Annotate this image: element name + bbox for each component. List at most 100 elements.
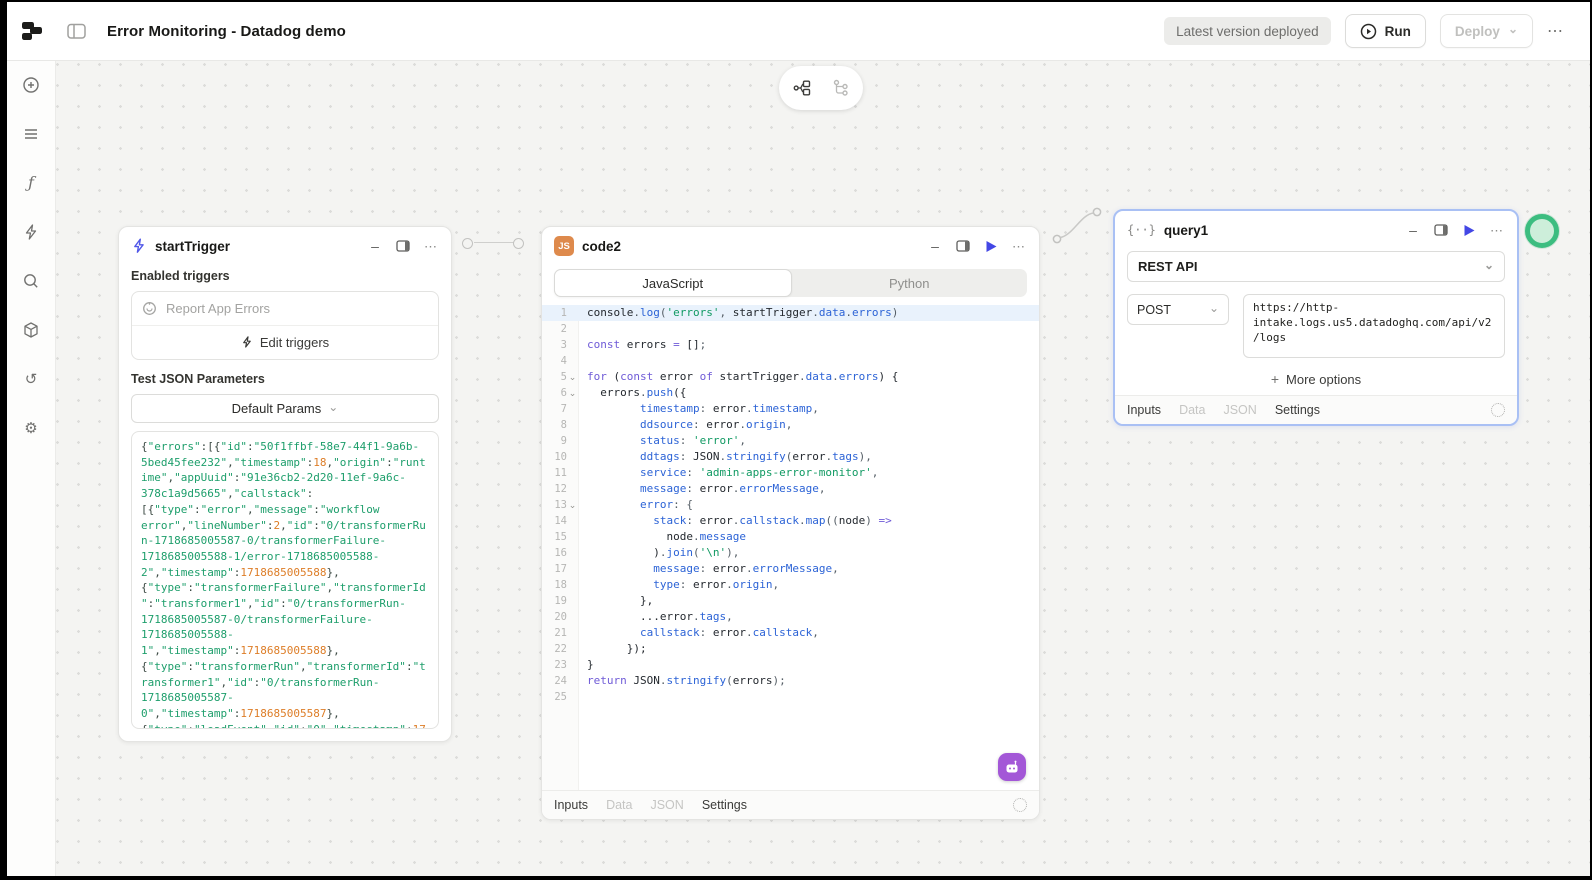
run-block-button[interactable] <box>1461 222 1477 238</box>
language-tabs: JavaScriptPython <box>554 269 1027 297</box>
code-line[interactable]: 13⌄ error: { <box>542 497 1039 513</box>
node-more-button[interactable]: ⋯ <box>1489 222 1505 238</box>
node-title: startTrigger <box>155 239 230 254</box>
footer-tab-settings[interactable]: Settings <box>1275 403 1320 417</box>
triggers-icon[interactable] <box>21 222 41 242</box>
query1-footer-tabs: Inputs Data JSON Settings <box>1127 403 1320 417</box>
open-panel-icon[interactable] <box>395 238 411 254</box>
edit-triggers-button[interactable]: Edit triggers <box>132 326 438 359</box>
more-options-button[interactable]: + More options <box>1115 365 1517 393</box>
code-line[interactable]: 2 <box>542 321 1039 337</box>
test-json-editor[interactable]: {"errors":[{"id":"50f1ffbf-58e7-44f1-9a6… <box>131 431 439 729</box>
connector-port[interactable] <box>462 238 473 249</box>
footer-tab-inputs[interactable]: Inputs <box>1127 403 1161 417</box>
http-method-dropdown[interactable]: POST ⌄ <box>1127 294 1229 325</box>
code-line[interactable]: 5⌄for (const error of startTrigger.data.… <box>542 369 1039 385</box>
run-button[interactable]: Run <box>1345 14 1426 48</box>
tab-python[interactable]: Python <box>792 269 1028 297</box>
code-line[interactable]: 25 <box>542 689 1039 705</box>
trigger-row-report-app-errors[interactable]: Report App Errors <box>132 292 438 326</box>
trigger-name: Report App Errors <box>166 301 270 316</box>
code-line[interactable]: 14 stack: error.callstack.map((node) => <box>542 513 1039 529</box>
params-dropdown[interactable]: Default Params ⌄ <box>131 394 439 423</box>
functions-icon[interactable]: ƒ <box>21 173 41 193</box>
node-code2[interactable]: JS code2 – ⋯ JavaScriptPython 1console.l… <box>541 226 1040 820</box>
workflow-canvas[interactable]: startTrigger – ⋯ Enabled triggers <box>56 61 1590 876</box>
resource-dropdown-value: REST API <box>1138 259 1197 274</box>
more-options-label: More options <box>1286 372 1361 387</box>
code-line[interactable]: 4 <box>542 353 1039 369</box>
ai-assistant-button[interactable] <box>998 753 1026 781</box>
code-line[interactable]: 22 }); <box>542 641 1039 657</box>
code-line[interactable]: 12 message: error.errorMessage, <box>542 481 1039 497</box>
code-line[interactable]: 17 message: error.errorMessage, <box>542 561 1039 577</box>
run-block-button[interactable] <box>983 238 999 254</box>
deploy-button[interactable]: Deploy ⌄ <box>1440 14 1533 48</box>
code-line[interactable]: 8 ddsource: error.origin, <box>542 417 1039 433</box>
code2-footer-tabs: Inputs Data JSON Settings <box>554 798 747 812</box>
collapse-node-button[interactable]: – <box>367 238 383 254</box>
code-line[interactable]: 15 node.message <box>542 529 1039 545</box>
code-line[interactable]: 16 ).join('\n'), <box>542 545 1039 561</box>
code-line[interactable]: 21 callstack: error.callstack, <box>542 625 1039 641</box>
code-line[interactable]: 24return JSON.stringify(errors); <box>542 673 1039 689</box>
code-line[interactable]: 19 }, <box>542 593 1039 609</box>
resources-icon[interactable] <box>21 320 41 340</box>
code-line[interactable]: 18 type: error.origin, <box>542 577 1039 593</box>
run-history-icon[interactable]: ↺ <box>21 369 41 389</box>
code-line[interactable]: 9 status: 'error', <box>542 433 1039 449</box>
node-title: query1 <box>1164 223 1208 238</box>
collapse-node-button[interactable]: – <box>927 238 943 254</box>
code2-footer: Inputs Data JSON Settings <box>542 790 1039 819</box>
open-panel-icon[interactable] <box>1433 222 1449 238</box>
node-start-trigger[interactable]: startTrigger – ⋯ Enabled triggers <box>118 226 452 742</box>
tree-view-icon[interactable] <box>832 79 850 97</box>
collapse-node-button[interactable]: – <box>1405 222 1421 238</box>
footer-tab-json[interactable]: JSON <box>1223 403 1256 417</box>
url-input[interactable]: https://http-intake.logs.us5.datadoghq.c… <box>1243 294 1505 358</box>
code-line[interactable]: 3const errors = []; <box>542 337 1039 353</box>
node-query1[interactable]: {··} query1 – ⋯ REST API ⌄ <box>1113 209 1519 426</box>
query1-footer: Inputs Data JSON Settings <box>1115 395 1517 424</box>
code-line[interactable]: 23} <box>542 657 1039 673</box>
code-line[interactable]: 10 ddtags: JSON.stringify(error.tags), <box>542 449 1039 465</box>
code-line[interactable]: 11 service: 'admin-apps-error-monitor', <box>542 465 1039 481</box>
footer-tab-settings[interactable]: Settings <box>702 798 747 812</box>
sidebar-toggle-icon[interactable] <box>67 23 87 40</box>
open-panel-icon[interactable] <box>955 238 971 254</box>
deploy-button-label: Deploy <box>1455 24 1500 39</box>
left-toolbar: ƒ ↺ ⚙ <box>7 61 56 876</box>
topbar: Error Monitoring - Datadog demo Latest v… <box>7 2 1590 61</box>
footer-tab-inputs[interactable]: Inputs <box>554 798 588 812</box>
start-trigger-header: startTrigger – ⋯ <box>119 227 451 265</box>
node-more-button[interactable]: ⋯ <box>423 238 439 254</box>
http-method-value: POST <box>1137 303 1171 317</box>
search-icon[interactable] <box>21 271 41 291</box>
app-badge-icon <box>142 301 157 316</box>
code2-header: JS code2 – ⋯ <box>542 227 1039 265</box>
code-line[interactable]: 7 timestamp: error.timestamp, <box>542 401 1039 417</box>
page-title: Error Monitoring - Datadog demo <box>107 23 346 40</box>
footer-tab-json[interactable]: JSON <box>650 798 683 812</box>
node-title: code2 <box>582 239 621 254</box>
test-json-label: Test JSON Parameters <box>131 372 439 386</box>
more-menu-button[interactable]: ⋯ <box>1547 21 1564 41</box>
add-block-icon[interactable] <box>21 75 41 95</box>
play-circle-icon <box>1360 23 1377 40</box>
footer-tab-data[interactable]: Data <box>1179 403 1205 417</box>
tab-javascript[interactable]: JavaScript <box>554 269 792 297</box>
code-line[interactable]: 20 ...error.tags, <box>542 609 1039 625</box>
code-line[interactable]: 6⌄ errors.push({ <box>542 385 1039 401</box>
params-dropdown-value: Default Params <box>232 401 322 416</box>
node-more-button[interactable]: ⋯ <box>1011 238 1027 254</box>
code-editor[interactable]: 1console.log('errors', startTrigger.data… <box>542 305 1039 790</box>
settings-gear-icon[interactable]: ⚙ <box>21 418 41 438</box>
retool-logo[interactable] <box>17 16 47 46</box>
blocks-list-icon[interactable] <box>21 124 41 144</box>
footer-tab-data[interactable]: Data <box>606 798 632 812</box>
code-line[interactable]: 1console.log('errors', startTrigger.data… <box>542 305 1039 321</box>
success-port-indicator[interactable] <box>1525 214 1559 248</box>
connector-port[interactable] <box>513 238 524 249</box>
resource-dropdown[interactable]: REST API ⌄ <box>1127 251 1505 282</box>
workflow-view-icon[interactable] <box>793 79 812 97</box>
